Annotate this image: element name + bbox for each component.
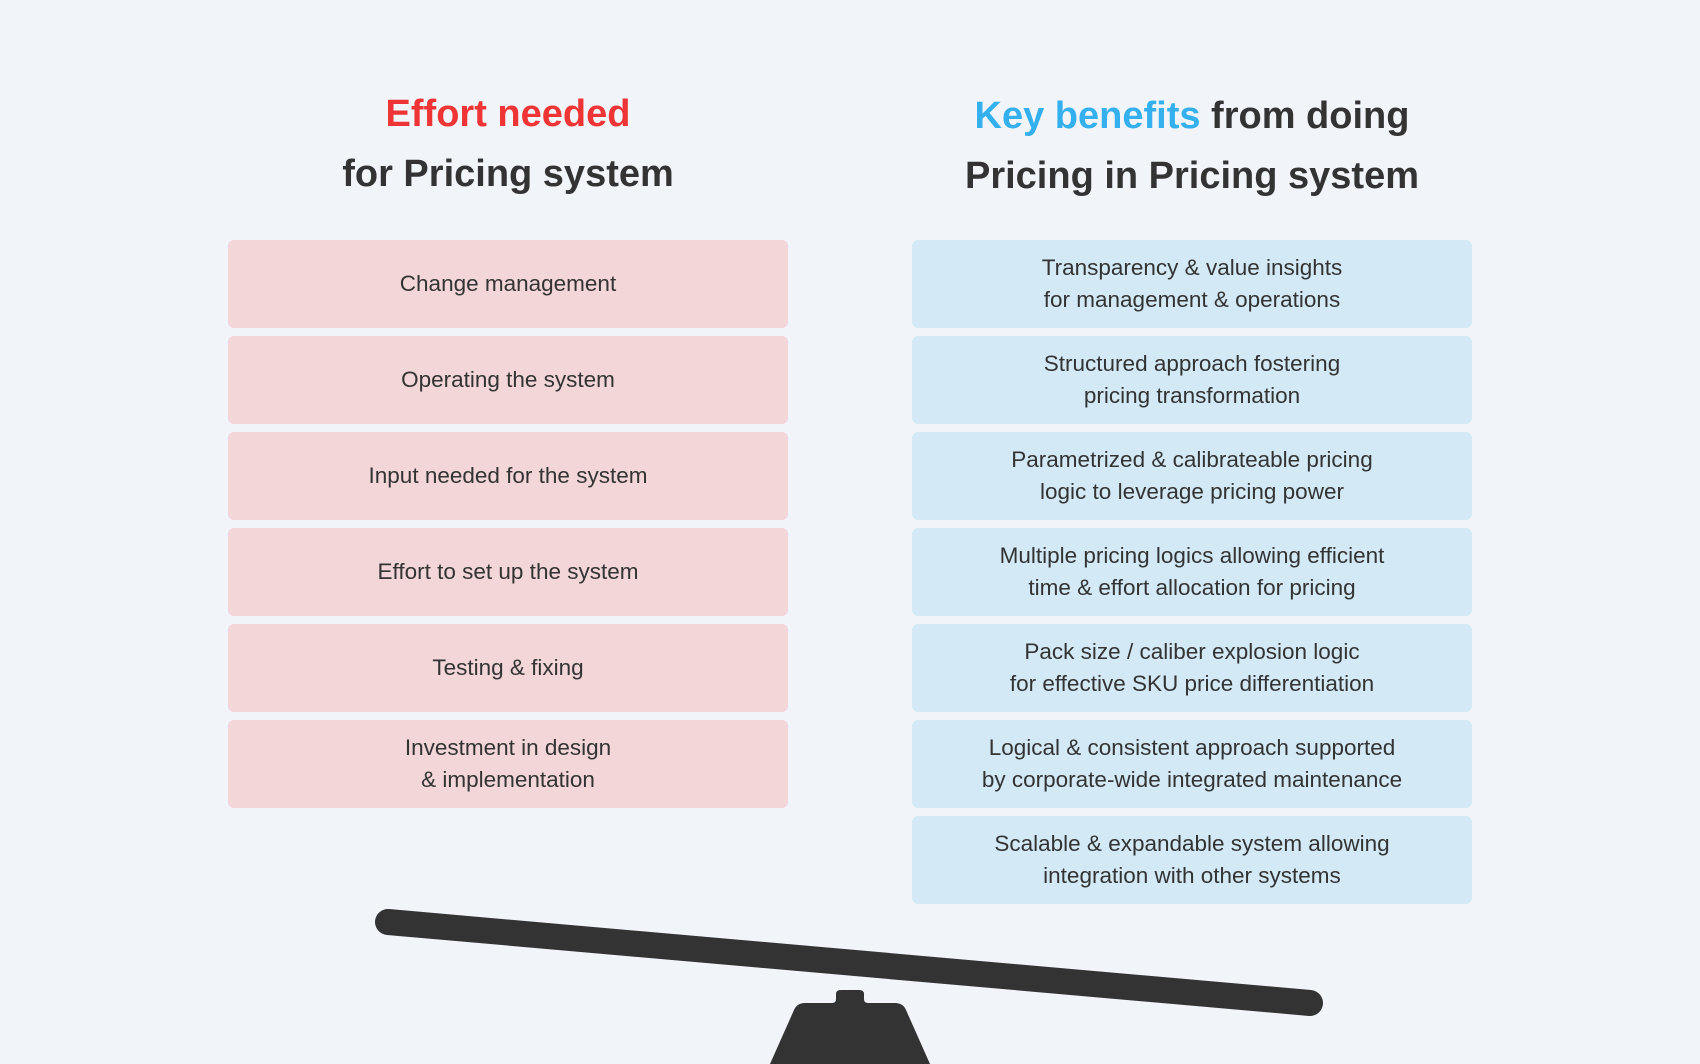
- seesaw-fulcrum: [770, 990, 930, 1064]
- seesaw-illustration: [375, 909, 1323, 1064]
